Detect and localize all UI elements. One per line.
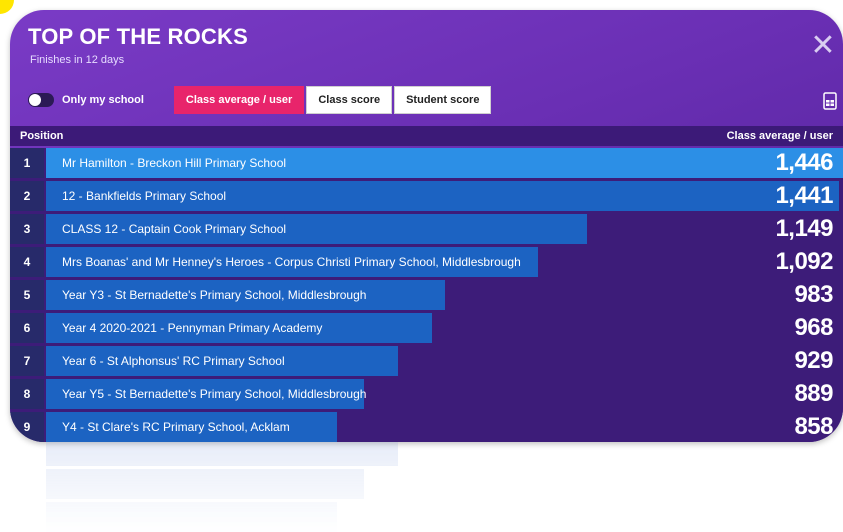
position-column-header: Position bbox=[20, 130, 64, 142]
leaderboard-row[interactable]: 1 Mr Hamilton - Breckon Hill Primary Scho… bbox=[10, 148, 843, 178]
class-name: Mrs Boanas' and Mr Henney's Heroes - Cor… bbox=[62, 255, 521, 269]
score-value: 929 bbox=[794, 347, 833, 374]
tab-student-score[interactable]: Student score bbox=[394, 86, 492, 114]
leaderboard-row[interactable]: 7 Year 6 - St Alphonsus' RC Primary Schoo… bbox=[10, 346, 843, 376]
class-name: Y4 - St Clare's RC Primary School, Ackla… bbox=[62, 420, 290, 434]
position-number: 4 bbox=[10, 247, 44, 277]
tab-class-average[interactable]: Class average / user bbox=[173, 86, 305, 114]
leaderboard-row[interactable]: 6 Year 4 2020-2021 - Pennyman Primary Aca… bbox=[10, 313, 843, 343]
leaderboard-row[interactable]: 8 Year Y5 - St Bernadette's Primary Schoo… bbox=[10, 379, 843, 409]
countdown-subtitle: Finishes in 12 days bbox=[30, 54, 125, 66]
leaderboard-row[interactable]: 3 CLASS 12 - Captain Cook Primary School 1… bbox=[10, 214, 843, 244]
class-name: 12 - Bankfields Primary School bbox=[62, 189, 227, 203]
tab-class-score[interactable]: Class score bbox=[306, 86, 393, 114]
panel-reflection bbox=[10, 442, 843, 532]
reflection-bar bbox=[46, 469, 364, 499]
page-title: TOP OF THE ROCKS bbox=[28, 24, 248, 49]
class-name: CLASS 12 - Captain Cook Primary School bbox=[62, 222, 287, 236]
filter-controls: Only my school Class average / user Clas… bbox=[28, 86, 493, 114]
leaderboard-row[interactable]: 4 Mrs Boanas' and Mr Henney's Heroes - Co… bbox=[10, 247, 843, 277]
leaderboard-row[interactable]: 5 Year Y3 - St Bernadette's Primary Schoo… bbox=[10, 280, 843, 310]
leaderboard-row[interactable]: 2 12 - Bankfields Primary School 1,441 bbox=[10, 181, 843, 211]
only-my-school-toggle[interactable] bbox=[28, 93, 54, 107]
toggle-knob bbox=[29, 94, 41, 106]
position-number: 8 bbox=[10, 379, 44, 409]
score-value: 1,092 bbox=[775, 248, 833, 275]
score-value: 968 bbox=[794, 314, 833, 341]
score-value: 983 bbox=[794, 281, 833, 308]
close-icon[interactable]: ✕ bbox=[809, 31, 837, 61]
position-number: 7 bbox=[10, 346, 44, 376]
score-value: 1,441 bbox=[775, 182, 833, 209]
score-value: 858 bbox=[794, 413, 833, 440]
position-number: 9 bbox=[10, 412, 44, 442]
reflection-row bbox=[10, 502, 843, 532]
score-value: 889 bbox=[794, 380, 833, 407]
reflection-bar bbox=[46, 502, 337, 532]
position-number: 6 bbox=[10, 313, 44, 343]
corner-highlight bbox=[0, 0, 14, 14]
metric-column-header: Class average / user bbox=[726, 130, 833, 142]
position-number: 2 bbox=[10, 181, 44, 211]
class-name: Year 6 - St Alphonsus' RC Primary School bbox=[62, 354, 285, 368]
class-name: Year Y3 - St Bernadette's Primary School… bbox=[62, 288, 367, 302]
position-number: 1 bbox=[10, 148, 44, 178]
class-name: Year 4 2020-2021 - Pennyman Primary Acad… bbox=[62, 321, 323, 335]
leaderboard-panel: TOP OF THE ROCKS Finishes in 12 days ✕ O… bbox=[10, 10, 843, 442]
leaderboard-list: 1 Mr Hamilton - Breckon Hill Primary Scho… bbox=[10, 148, 843, 442]
reflection-row bbox=[10, 469, 843, 499]
reflection-bar bbox=[46, 442, 399, 466]
class-name: Year Y5 - St Bernadette's Primary School… bbox=[62, 387, 367, 401]
score-value: 1,149 bbox=[775, 215, 833, 242]
score-value: 1,446 bbox=[775, 149, 833, 176]
leaderboard-row[interactable]: 9 Y4 - St Clare's RC Primary School, Ackl… bbox=[10, 412, 843, 442]
class-name: Mr Hamilton - Breckon Hill Primary Schoo… bbox=[62, 156, 287, 170]
position-number: 5 bbox=[10, 280, 44, 310]
only-my-school-label: Only my school bbox=[62, 94, 144, 106]
reflection-row bbox=[10, 442, 843, 466]
position-number: 3 bbox=[10, 214, 44, 244]
table-header: Position Class average / user bbox=[10, 126, 843, 146]
spreadsheet-export-icon[interactable] bbox=[823, 92, 837, 110]
